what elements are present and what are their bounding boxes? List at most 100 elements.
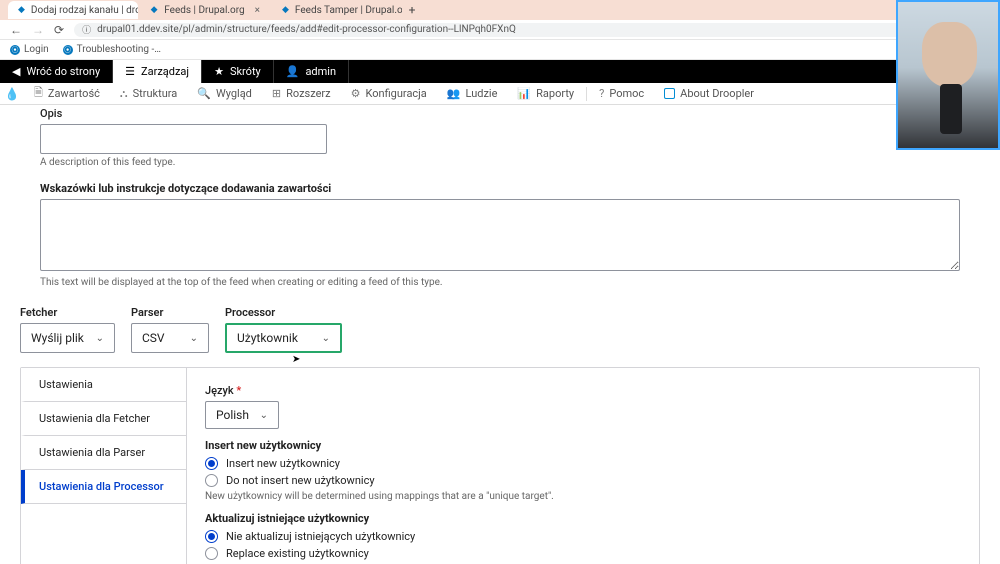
bookmark-label: Login bbox=[24, 44, 49, 55]
insert-radio-new[interactable]: Insert new użytkownicy bbox=[205, 457, 961, 470]
menu-label: Struktura bbox=[133, 87, 178, 100]
arrow-left-icon: ◀ bbox=[12, 65, 20, 78]
user-menu[interactable]: 👤 admin bbox=[274, 60, 349, 83]
brush-icon: 🔍 bbox=[197, 87, 211, 100]
drupal-favicon: ◆ bbox=[150, 5, 158, 15]
update-radio-none[interactable]: Nie aktualizuj istniejących użytkownicy bbox=[205, 530, 961, 543]
url-input[interactable]: ⓘ drupal01.ddev.site/pl/admin/structure/… bbox=[74, 23, 990, 37]
browser-tab[interactable]: ◆ Feeds | Drupal.org × bbox=[140, 1, 270, 19]
browser-tabs-bar: ◆ Dodaj rodzaj kanału | droopi × ◆ Feeds… bbox=[0, 0, 1000, 20]
required-marker: * bbox=[234, 384, 242, 397]
opis-help: A description of this feed type. bbox=[40, 157, 980, 168]
menu-appearance[interactable]: 🔍 Wygląd bbox=[187, 83, 262, 104]
menu-reports[interactable]: 📊 Raporty bbox=[507, 83, 584, 104]
language-select[interactable]: Polish ⌄ bbox=[205, 401, 279, 429]
opis-label: Opis bbox=[40, 107, 980, 120]
user-icon: 👤 bbox=[286, 65, 300, 78]
drupal-favicon: ◆ bbox=[282, 5, 289, 15]
admin-label: Wróć do strony bbox=[26, 65, 100, 78]
processor-label: Processor bbox=[225, 306, 342, 319]
webcam-overlay bbox=[896, 0, 1000, 150]
reload-icon[interactable]: ⟳ bbox=[54, 23, 64, 37]
wskazowki-help: This text will be displayed at the top o… bbox=[40, 277, 960, 288]
menu-config[interactable]: ⚙Konfiguracja bbox=[341, 83, 437, 104]
admin-label: Zarządzaj bbox=[141, 65, 189, 78]
browser-tab-active[interactable]: ◆ Dodaj rodzaj kanału | droopi × bbox=[8, 1, 138, 19]
lang-label: Język * bbox=[205, 384, 961, 397]
menu-people[interactable]: 👥 Ludzie bbox=[437, 83, 508, 104]
menu-extend[interactable]: ⊞Rozszerz bbox=[262, 83, 341, 104]
menu-label: Wygląd bbox=[216, 87, 252, 100]
browser-tab[interactable]: ◆ Feeds Tamper | Drupal.org × bbox=[272, 1, 402, 19]
menu-label: About Droopler bbox=[680, 87, 754, 100]
vtab-ustawienia[interactable]: Ustawienia bbox=[21, 368, 186, 402]
drupal-admin-bar: ◀ Wróć do strony ☰ Zarządzaj ★ Skróty 👤 … bbox=[0, 60, 1000, 83]
radio-icon bbox=[205, 457, 218, 470]
radio-label: Nie aktualizuj istniejących użytkownicy bbox=[226, 530, 415, 543]
wskazowki-textarea[interactable] bbox=[40, 199, 960, 271]
select-value: CSV bbox=[142, 331, 165, 345]
vtab-parser[interactable]: Ustawienia dla Parser bbox=[21, 436, 186, 470]
tab-title: Feeds | Drupal.org bbox=[164, 5, 244, 16]
parser-label: Parser bbox=[131, 306, 209, 319]
file-icon: 🗎 bbox=[34, 84, 43, 103]
back-to-site-button[interactable]: ◀ Wróć do strony bbox=[0, 60, 113, 83]
vertical-tabs: Ustawienia Ustawienia dla Fetcher Ustawi… bbox=[21, 368, 187, 564]
fetcher-label: Fetcher bbox=[20, 306, 115, 319]
parser-select[interactable]: CSV ⌄ bbox=[131, 323, 209, 353]
menu-label: Raporty bbox=[536, 87, 574, 100]
menu-about-droopler[interactable]: About Droopler bbox=[654, 83, 764, 104]
menu-content[interactable]: 🗎 Zawartość bbox=[24, 83, 110, 104]
structure-icon: ⛬ bbox=[120, 87, 128, 101]
select-value: Użytkownik bbox=[237, 331, 298, 345]
droopler-icon bbox=[664, 88, 675, 99]
menu-help[interactable]: ?Pomoc bbox=[589, 83, 654, 104]
menu-label: Konfiguracja bbox=[365, 87, 426, 100]
back-icon[interactable]: ← bbox=[10, 23, 22, 37]
opis-input[interactable] bbox=[40, 124, 327, 154]
people-icon: 👥 bbox=[447, 87, 461, 100]
admin-label: admin bbox=[305, 65, 336, 78]
bookmarks-bar: ⦿ Login ⦿ Troubleshooting -… bbox=[0, 40, 1000, 60]
menu-label: Pomoc bbox=[609, 87, 644, 100]
browser-address-bar: ← → ⟳ ⓘ drupal01.ddev.site/pl/admin/stru… bbox=[0, 20, 1000, 40]
wskazowki-label: Wskazówki lub instrukcje dotyczące dodaw… bbox=[40, 182, 960, 195]
radio-icon bbox=[205, 474, 218, 487]
chart-icon: 📊 bbox=[517, 87, 531, 100]
bookmark-login[interactable]: ⦿ Login bbox=[10, 44, 49, 55]
manage-toggle[interactable]: ☰ Zarządzaj bbox=[113, 60, 202, 83]
drupal-favicon: ⦿ bbox=[10, 45, 20, 55]
chevron-down-icon: ⌄ bbox=[322, 333, 330, 344]
radio-icon bbox=[205, 547, 218, 560]
menu-label: Ludzie bbox=[466, 87, 498, 100]
chevron-down-icon: ⌄ bbox=[260, 410, 268, 421]
page-content: Opis A description of this feed type. Ws… bbox=[0, 105, 1000, 564]
select-value: Wyślij plik bbox=[31, 331, 84, 345]
vtab-processor[interactable]: Ustawienia dla Processor bbox=[21, 470, 186, 504]
new-tab-button[interactable]: + bbox=[404, 3, 420, 17]
shortcuts-button[interactable]: ★ Skróty bbox=[202, 60, 274, 83]
radio-label: Do not insert new użytkownicy bbox=[226, 474, 375, 487]
menu-structure[interactable]: ⛬ Struktura bbox=[110, 83, 187, 104]
site-info-icon[interactable]: ⓘ bbox=[82, 23, 91, 36]
chevron-down-icon: ⌄ bbox=[96, 333, 104, 344]
bookmark-troubleshooting[interactable]: ⦿ Troubleshooting -… bbox=[63, 44, 161, 55]
settings-panel: Ustawienia Ustawienia dla Fetcher Ustawi… bbox=[20, 367, 980, 564]
menu-label: Zawartość bbox=[48, 87, 100, 100]
puzzle-icon: ⊞ bbox=[272, 87, 281, 100]
hamburger-icon: ☰ bbox=[125, 65, 135, 78]
radio-label: Replace existing użytkownicy bbox=[226, 547, 369, 560]
update-radio-replace[interactable]: Replace existing użytkownicy bbox=[205, 547, 961, 560]
vtab-fetcher[interactable]: Ustawienia dla Fetcher bbox=[21, 402, 186, 436]
drupal-logo-icon[interactable]: 💧 bbox=[0, 87, 24, 101]
bookmark-label: Troubleshooting -… bbox=[77, 44, 161, 55]
url-text: drupal01.ddev.site/pl/admin/structure/fe… bbox=[97, 24, 516, 35]
close-icon[interactable]: × bbox=[255, 5, 260, 16]
forward-icon: → bbox=[32, 23, 44, 37]
drupal-favicon: ◆ bbox=[18, 5, 25, 15]
fetcher-select[interactable]: Wyślij plik ⌄ bbox=[20, 323, 115, 353]
tab-title: Dodaj rodzaj kanału | droopi bbox=[31, 5, 138, 16]
insert-radio-none[interactable]: Do not insert new użytkownicy bbox=[205, 474, 961, 487]
drupal-menu-bar: 💧 🗎 Zawartość ⛬ Struktura 🔍 Wygląd ⊞Rozszer… bbox=[0, 83, 1000, 105]
processor-select[interactable]: Użytkownik ⌄ bbox=[225, 323, 342, 353]
